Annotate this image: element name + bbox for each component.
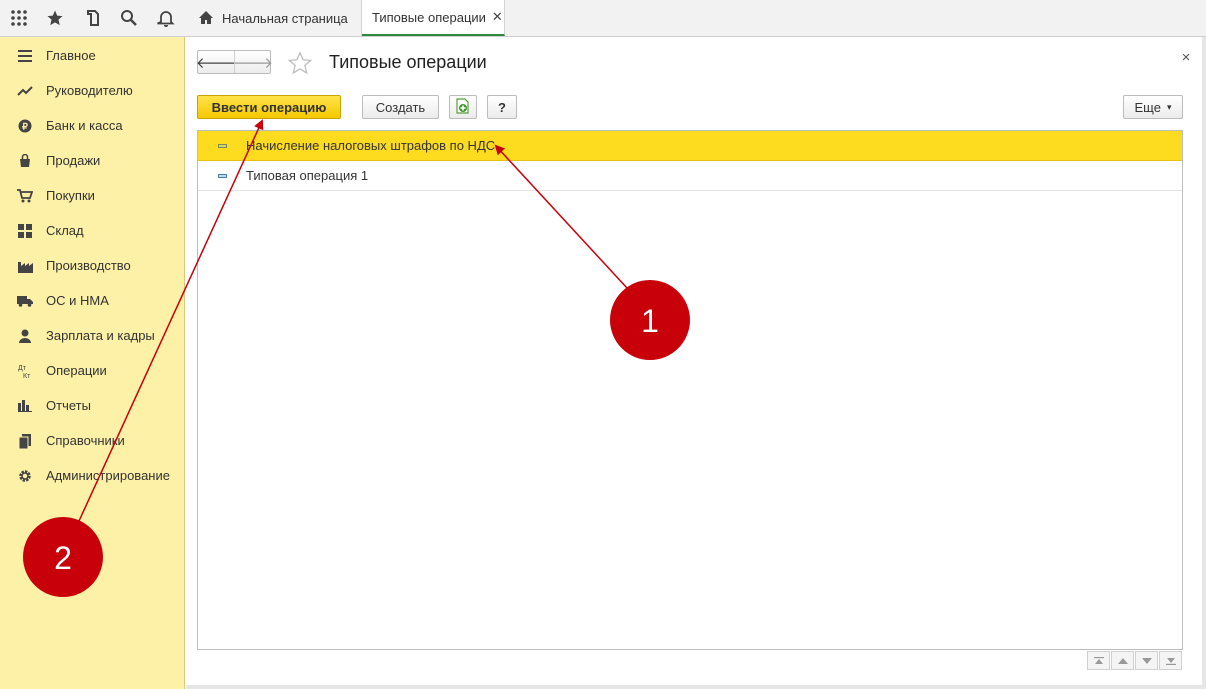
- sidebar-item-salary[interactable]: Зарплата и кадры: [0, 318, 184, 353]
- dt-kt-icon: Дт Кт: [17, 363, 33, 379]
- sidebar-item-warehouse[interactable]: Склад: [0, 213, 184, 248]
- dt-glyph: Дт: [18, 365, 27, 372]
- close-tab-icon[interactable]: ✕: [492, 9, 503, 25]
- sidebar-item-label: Администрирование: [46, 468, 170, 483]
- sidebar-item-manager[interactable]: Руководителю: [0, 73, 184, 108]
- sidebar-item-label: ОС и НМА: [46, 293, 109, 308]
- item-marker-icon: [218, 144, 227, 148]
- sidebar-item-administration[interactable]: Администрирование: [0, 458, 184, 493]
- list-item-label: Начисление налоговых штрафов по НДС: [246, 138, 496, 153]
- sidebar-item-main[interactable]: Главное: [0, 38, 184, 73]
- close-form-button[interactable]: ×: [1178, 50, 1194, 66]
- warehouse-icon: [17, 223, 33, 239]
- operations-list[interactable]: Начисление налоговых штрафов по НДС Типо…: [197, 130, 1183, 650]
- kt-glyph: Кт: [23, 373, 31, 379]
- sidebar-item-label: Производство: [46, 258, 131, 273]
- bag-icon: [17, 153, 33, 169]
- sidebar-item-label: Операции: [46, 363, 107, 378]
- scroll-to-top-button[interactable]: [1087, 651, 1110, 670]
- more-menu-button[interactable]: Еще ▾: [1123, 95, 1183, 119]
- truck-icon: [17, 293, 33, 309]
- sidebar-item-label: Справочники: [46, 433, 125, 448]
- list-item-label: Типовая операция 1: [246, 168, 369, 183]
- sidebar-item-label: Продажи: [46, 153, 101, 168]
- sidebar-item-label: Главное: [46, 48, 96, 63]
- tab-standard-operations[interactable]: Типовые операции ✕: [362, 0, 505, 36]
- chevron-down-icon: ▾: [1166, 101, 1172, 112]
- top-bar: Начальная страница Типовые операции ✕: [0, 0, 1206, 37]
- tab-home[interactable]: Начальная страница: [186, 0, 362, 36]
- sidebar-item-label: Отчеты: [46, 398, 91, 413]
- scroll-to-bottom-button[interactable]: [1159, 651, 1182, 670]
- more-label: Еще: [1134, 99, 1161, 115]
- factory-icon: [17, 258, 33, 274]
- sidebar-item-production[interactable]: Производство: [0, 248, 184, 283]
- sidebar-item-label: Зарплата и кадры: [46, 328, 155, 343]
- sidebar-item-label: Руководителю: [46, 83, 133, 98]
- coin-icon: ₽: [17, 118, 33, 134]
- books-icon: [17, 433, 33, 449]
- sidebar-item-label: Склад: [46, 223, 84, 238]
- menu-icon: [17, 48, 33, 64]
- sidebar-item-label: Покупки: [46, 188, 95, 203]
- gear-icon: [17, 468, 33, 484]
- create-button[interactable]: Создать: [362, 95, 439, 119]
- sidebar-item-label: Банк и касса: [46, 118, 123, 133]
- home-icon: [198, 10, 214, 26]
- search-icon[interactable]: [117, 6, 141, 30]
- sidebar-item-sales[interactable]: Продажи: [0, 143, 184, 178]
- sidebar-item-fixed-assets[interactable]: ОС и НМА: [0, 283, 184, 318]
- scroll-down-button[interactable]: [1135, 651, 1158, 670]
- list-item[interactable]: Начисление налоговых штрафов по НДС: [198, 131, 1182, 161]
- history-nav: 🡐 🡒: [196, 50, 273, 74]
- page-title: Типовые операции: [329, 52, 487, 72]
- tab-label: Начальная страница: [222, 10, 348, 26]
- trend-icon: [17, 83, 33, 99]
- favorite-star-icon[interactable]: [287, 50, 313, 76]
- bar-chart-icon: [17, 398, 33, 414]
- star-icon[interactable]: [43, 6, 67, 30]
- sidebar-item-purchases[interactable]: Покупки: [0, 178, 184, 213]
- sidebar-item-directories[interactable]: Справочники: [0, 423, 184, 458]
- bell-icon[interactable]: [154, 6, 178, 30]
- add-document-icon: [456, 97, 470, 117]
- sidebar: Главное Руководителю ₽ Банк и касса Прод…: [0, 37, 185, 689]
- help-button[interactable]: ?: [487, 95, 517, 119]
- list-item[interactable]: Типовая операция 1: [198, 161, 1182, 191]
- sidebar-item-reports[interactable]: Отчеты: [0, 388, 184, 423]
- window-edge: [1202, 37, 1206, 689]
- sidebar-item-bank[interactable]: ₽ Банк и касса: [0, 108, 184, 143]
- sidebar-item-operations[interactable]: Дт Кт Операции: [0, 353, 184, 388]
- item-marker-icon: [218, 174, 227, 178]
- svg-text:₽: ₽: [22, 122, 28, 132]
- person-icon: [17, 328, 33, 344]
- scroll-up-button[interactable]: [1111, 651, 1134, 670]
- history-icon[interactable]: [81, 6, 105, 30]
- add-from-file-button[interactable]: [449, 95, 477, 119]
- list-scroll-controls: [1087, 651, 1183, 671]
- enter-operation-button[interactable]: Ввести операцию: [197, 95, 341, 119]
- apps-grid-icon[interactable]: [7, 6, 31, 30]
- cart-icon: [17, 188, 33, 204]
- window-edge: [186, 685, 1206, 689]
- forward-button[interactable]: 🡒: [233, 51, 273, 73]
- tab-label: Типовые операции: [372, 9, 486, 25]
- back-button[interactable]: 🡐: [196, 51, 236, 73]
